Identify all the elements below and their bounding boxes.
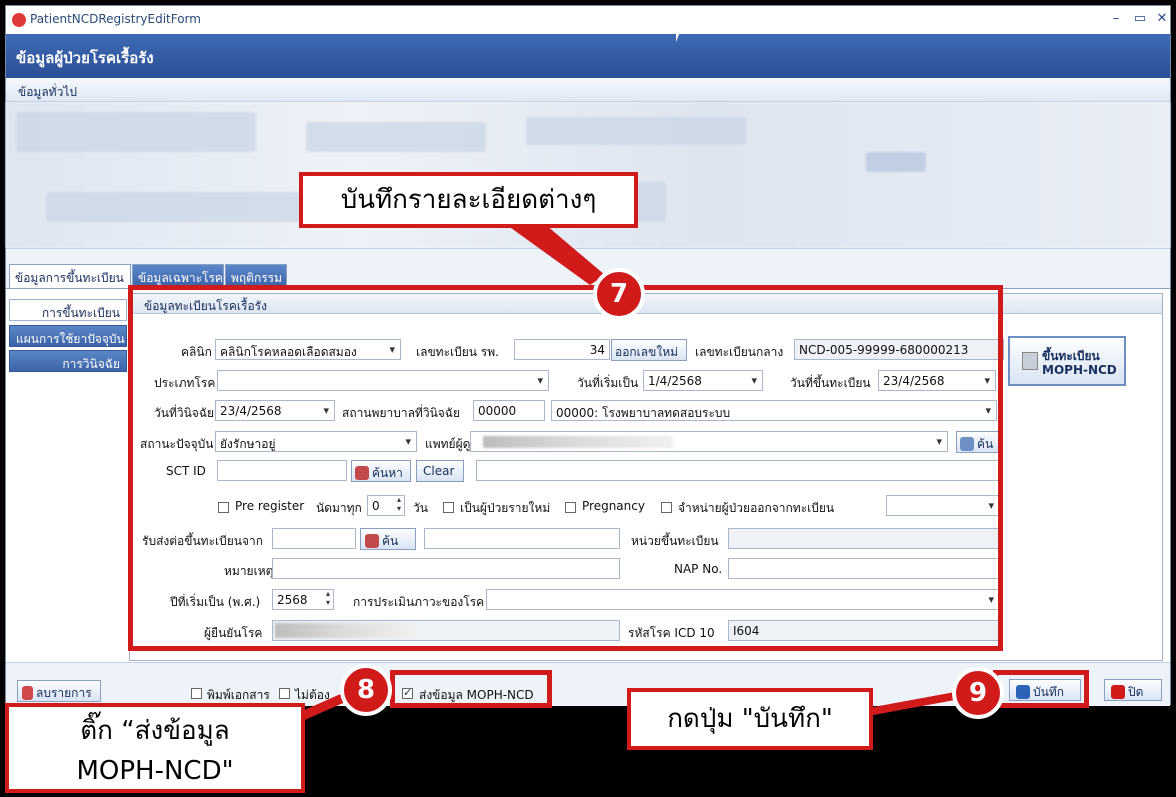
badge-8: 8 (340, 664, 392, 716)
callout-9: กดปุ่ม "บันทึก" (627, 688, 873, 750)
callout-pointers (300, 220, 955, 722)
screenshot-frame: PatientNCDRegistryEditForm – ▭ ✕ ข้อมูลผ… (0, 0, 1176, 797)
callout-8-line2: MOPH-NCD" (76, 756, 234, 786)
callout-7: บันทึกรายละเอียดต่างๆ (299, 172, 638, 228)
callout-8: ติ๊ก “ส่งข้อมูล MOPH-NCD" (5, 703, 305, 793)
pointer-9 (868, 692, 955, 716)
badge-9: 9 (952, 667, 1004, 719)
pointer-7 (500, 220, 605, 285)
badge-7: 7 (593, 268, 645, 320)
callout-8-line1: ติ๊ก “ส่งข้อมูล (80, 716, 230, 746)
